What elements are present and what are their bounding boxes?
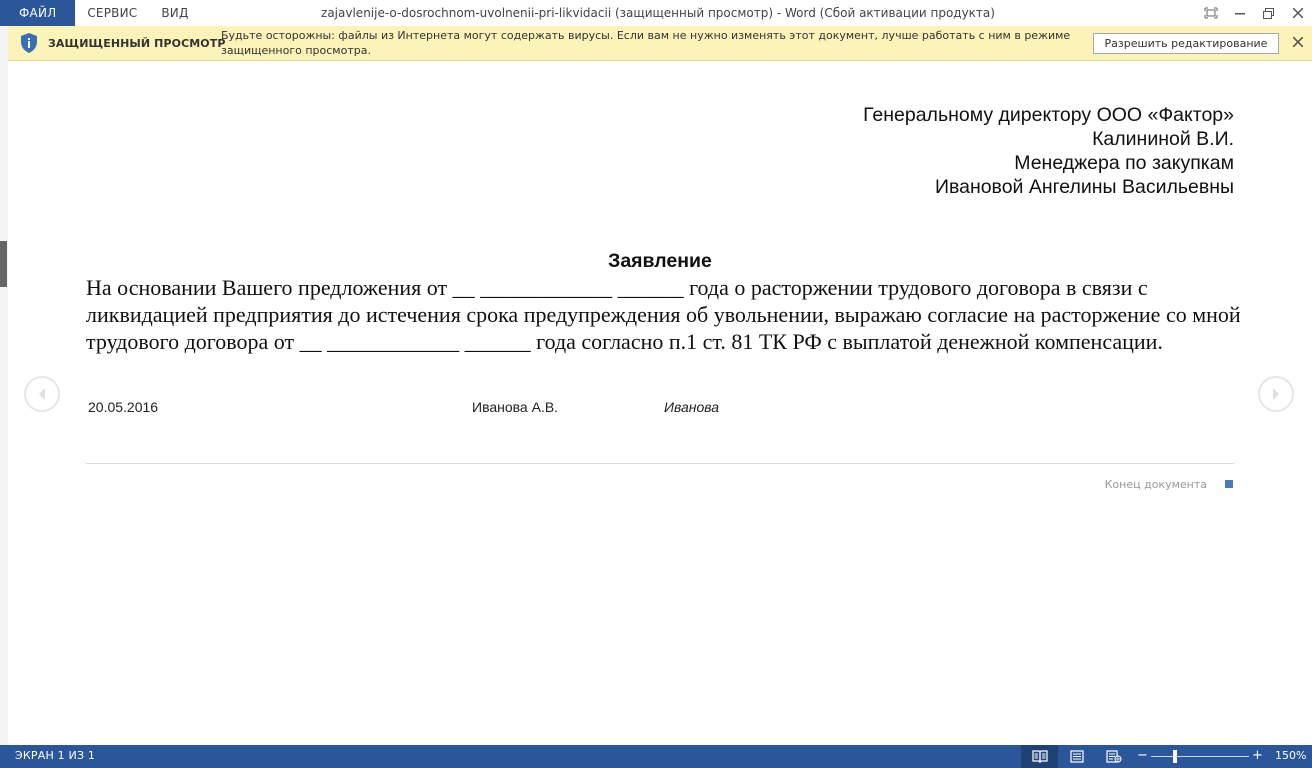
close-icon[interactable] [1283, 0, 1312, 26]
chevron-right-icon [1273, 388, 1279, 400]
left-edge-marker [0, 241, 7, 287]
web-layout-icon [1105, 750, 1121, 763]
zoom-level[interactable]: 150% [1275, 749, 1306, 762]
previous-page-button[interactable] [24, 376, 60, 412]
left-edge [0, 26, 8, 745]
addressee-line: Генеральному директору ООО «Фактор» [863, 104, 1234, 126]
view-switcher [1021, 745, 1132, 768]
addressee-line: Калининой В.И. [1092, 128, 1234, 150]
title-bar: ФАЙЛ СЕРВИС ВИД zajavlenije-o-dosrochnom… [0, 0, 1312, 26]
enable-editing-button[interactable]: Разрешить редактирование [1093, 33, 1279, 54]
restore-icon[interactable] [1254, 0, 1283, 26]
document-end-label: Конец документа [1104, 478, 1207, 491]
chevron-left-icon [39, 388, 45, 400]
zoom-slider-track[interactable] [1151, 756, 1249, 757]
page-counter: ЭКРАН 1 ИЗ 1 [15, 749, 96, 762]
zoom-slider-thumb[interactable] [1173, 750, 1177, 763]
document-heading: Заявление [608, 250, 712, 272]
document-end-divider [86, 463, 1234, 464]
print-layout-icon [1069, 750, 1084, 763]
protected-view-message: Будьте осторожны: файлы из Интернета мог… [221, 29, 1071, 57]
addressee-line: Менеджера по закупкам [1014, 152, 1234, 174]
read-mode-icon [1031, 750, 1048, 763]
web-layout-button[interactable] [1095, 745, 1132, 768]
window-title: zajavlenije-o-dosrochnom-uvolnenii-pri-l… [321, 6, 995, 20]
zoom-in-button[interactable]: + [1252, 748, 1263, 763]
menu-service[interactable]: СЕРВИС [75, 0, 149, 26]
shield-icon [21, 33, 37, 53]
zoom-control: − + [1134, 745, 1264, 768]
document-end-marker [1225, 480, 1233, 488]
addressee-line: Ивановой Ангелины Васильевны [934, 176, 1234, 198]
fullscreen-icon[interactable] [1196, 0, 1225, 26]
minimize-icon[interactable] [1225, 0, 1254, 26]
status-bar: ЭКРАН 1 ИЗ 1 − + 150% [0, 745, 1312, 768]
document-area: Генеральному директору ООО «Фактор» Кали… [8, 61, 1312, 745]
word-window: ФАЙЛ СЕРВИС ВИД zajavlenije-o-dosrochnom… [0, 0, 1312, 768]
document-body: На основании Вашего предложения от __ __… [86, 275, 1241, 354]
next-page-button[interactable] [1258, 376, 1294, 412]
signer-name: Иванова А.В. [472, 399, 559, 415]
signature: Иванова [664, 399, 720, 415]
document-date: 20.05.2016 [88, 399, 159, 415]
close-icon[interactable] [1291, 35, 1305, 49]
protected-view-bar: ЗАЩИЩЕННЫЙ ПРОСМОТР Будьте осторожны: фа… [8, 26, 1312, 61]
read-mode-button[interactable] [1021, 745, 1058, 768]
addressee-block: Генеральному директору ООО «Фактор» Кали… [534, 103, 1234, 199]
zoom-out-button[interactable]: − [1137, 748, 1148, 763]
window-controls [1196, 0, 1312, 26]
protected-view-title: ЗАЩИЩЕННЫЙ ПРОСМОТР [48, 36, 226, 50]
menu-file[interactable]: ФАЙЛ [0, 0, 76, 26]
menu-view[interactable]: ВИД [149, 0, 200, 26]
signature-row: 20.05.2016 Иванова А.В. Иванова [8, 399, 1312, 419]
print-layout-button[interactable] [1058, 745, 1095, 768]
